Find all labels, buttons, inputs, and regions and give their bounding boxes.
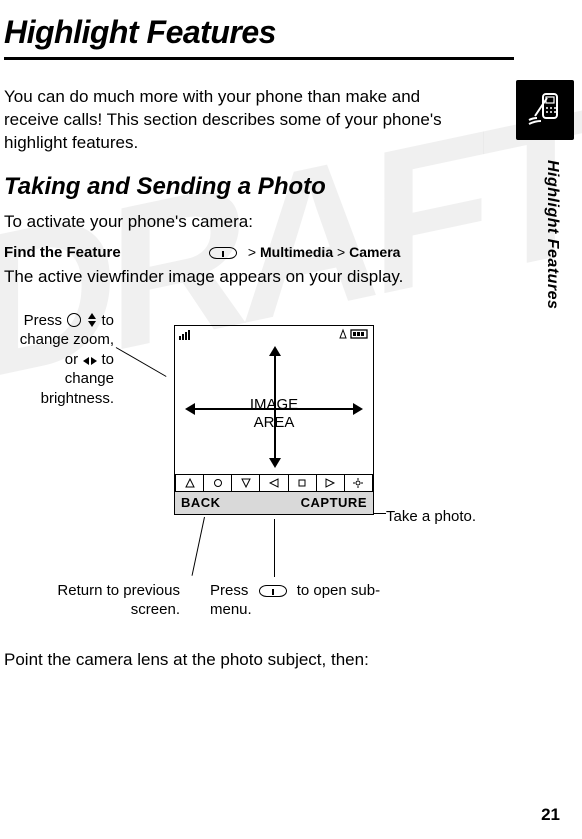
title-rule: [4, 57, 514, 60]
image-area-label: IMAGE AREA: [175, 396, 373, 434]
callout-text: to: [101, 351, 114, 368]
leader-line: [274, 519, 275, 577]
callout-zoom-brightness: Press to change zoom, or to change brigh…: [4, 311, 114, 409]
phone-screen: IMAGE AREA BACK CAPTURE: [174, 325, 374, 515]
callout-take-photo: Take a photo.: [386, 507, 476, 527]
iconrow-cell: [259, 474, 287, 492]
iconrow-cell: [231, 474, 259, 492]
camera-diagram: Press to change zoom, or to change brigh…: [4, 295, 514, 625]
page-title: Highlight Features: [4, 14, 512, 55]
leader-line: [192, 517, 205, 576]
signal-icon: [179, 328, 197, 342]
iconrow-cell: [316, 474, 344, 492]
activate-line: To activate your phone's camera:: [4, 211, 444, 234]
menu-key-icon: [259, 585, 287, 597]
find-feature-row: Find the Feature > Multimedia > Camera: [4, 244, 512, 262]
softkey-bar: BACK CAPTURE: [175, 492, 373, 514]
section-heading: Taking and Sending a Photo: [4, 173, 512, 201]
nav-path: > Multimedia > Camera: [248, 244, 401, 260]
iconrow-cell: [175, 474, 203, 492]
viewfinder-line: The active viewfinder image appears on y…: [4, 266, 444, 289]
callout-text: Press: [210, 582, 248, 599]
callout-text: to: [101, 312, 114, 329]
image-area-text: IMAGE: [250, 396, 298, 413]
nav-gt: >: [337, 244, 345, 260]
up-down-icon: [87, 313, 97, 327]
softkey-back: BACK: [181, 495, 221, 510]
leader-line: [116, 347, 167, 377]
callout-text: menu.: [210, 601, 252, 618]
leader-line: [374, 513, 386, 514]
callout-return: Return to previous screen.: [20, 581, 180, 620]
callout-text: or: [65, 351, 78, 368]
find-feature-label: Find the Feature: [4, 244, 199, 261]
callout-text: Press: [24, 312, 62, 329]
nav-step-multimedia: Multimedia: [260, 244, 333, 260]
nav-step-camera: Camera: [349, 244, 400, 260]
page-number: 21: [541, 805, 560, 825]
callout-text: change: [65, 370, 114, 387]
image-area-text: AREA: [254, 414, 295, 431]
callout-text: screen.: [131, 601, 180, 618]
nav-key-icon: [67, 313, 81, 327]
status-right-icons: [337, 328, 369, 342]
left-right-icon: [83, 356, 97, 366]
nav-gt: >: [248, 244, 256, 260]
callout-text: Return to previous: [57, 582, 180, 599]
intro-paragraph: You can do much more with your phone tha…: [4, 86, 444, 155]
callout-text: to open sub-: [297, 582, 380, 599]
softkey-capture: CAPTURE: [301, 495, 367, 510]
iconrow-cell: [203, 474, 231, 492]
closing-line: Point the camera lens at the photo subje…: [4, 649, 444, 672]
icon-row: [175, 474, 373, 492]
menu-key-icon: [209, 247, 237, 259]
status-bar: [175, 326, 373, 344]
callout-text: brightness.: [41, 390, 114, 407]
callout-text: change zoom,: [20, 331, 114, 348]
callout-submenu: Press to open sub- menu.: [210, 581, 410, 620]
iconrow-cell: [344, 474, 373, 492]
iconrow-cell: [288, 474, 316, 492]
